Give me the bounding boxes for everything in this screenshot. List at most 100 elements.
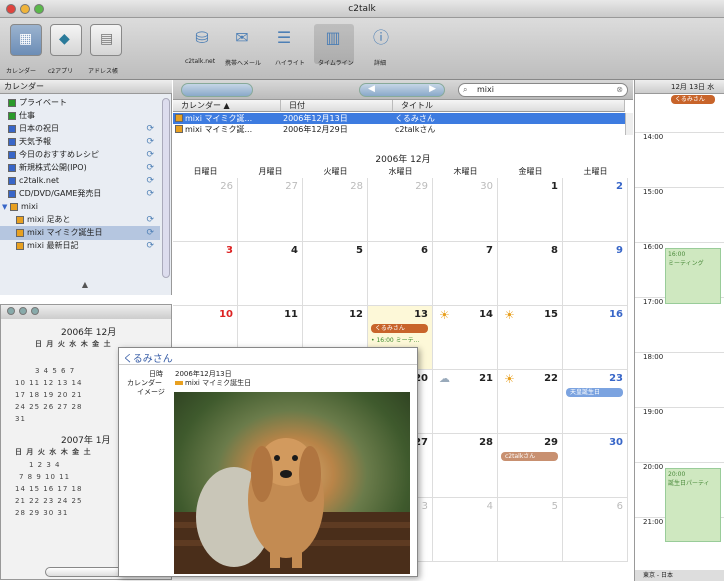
mini-row[interactable]: 3 4 5 6 7 [35,367,75,375]
sidebar-item-mixi-footprints[interactable]: mixi 足あと ⟳ [0,213,160,227]
timeline-icon[interactable]: ▥ [324,28,342,48]
calendar-event[interactable]: くるみさん [371,324,428,333]
mini-view-segment[interactable] [45,567,125,577]
checkbox-icon[interactable] [175,114,183,122]
day-cell[interactable]: 6 [368,242,433,306]
sidebar-item-recipe[interactable]: 今日のおすすめレシピ ⟳ [0,148,160,162]
day-cell[interactable]: 9 [563,242,628,306]
mini-row[interactable]: 31 [15,415,26,423]
sidebar-group-mixi[interactable]: ▼ mixi [0,200,160,214]
sidebar-item-holidays[interactable]: 日本の祝日 ⟳ [0,122,160,136]
timeline-event-meeting[interactable]: 16:00 ミーティング [665,248,721,304]
mini-row[interactable]: 10 11 12 13 14 [15,379,82,387]
prev-arrow-icon[interactable]: ◀ [368,84,375,94]
day-cell[interactable]: 23 [563,370,628,434]
zoom-window-button[interactable] [34,4,44,14]
calendar-icon: ▦ [19,31,33,47]
sidebar-scrollbar[interactable] [162,98,170,278]
popup-title: くるみさん [123,354,173,365]
c2talk-net-icon[interactable]: ⛁ [193,28,211,48]
calendar-event[interactable]: c2talkさん [501,452,558,461]
disclosure-triangle-icon[interactable]: ▼ [2,203,7,211]
checkbox-icon[interactable] [8,98,16,107]
column-header-calendar[interactable]: カレンダー ▲ [173,100,281,112]
sync-icon: ⟳ [146,176,154,186]
column-header-date[interactable]: 日付 [281,100,393,112]
day-cell[interactable]: 3 [173,242,238,306]
mini-row[interactable]: 17 18 19 20 21 [15,391,82,399]
day-cell[interactable]: 4 [238,242,303,306]
mini-row[interactable]: 14 15 16 17 18 [15,485,82,493]
search-field[interactable]: ⌕ mixi ⊗ [458,83,628,97]
mobile-mail-icon[interactable]: ✉ [233,28,251,48]
checkbox-icon[interactable] [16,228,24,237]
day-cell[interactable]: 28 [303,178,368,242]
sidebar-expand-handle[interactable]: ▲ [0,280,170,294]
c2app-button[interactable]: ◆ [50,24,82,56]
calendar-view-button[interactable]: ▦ [10,24,42,56]
mini-close-button[interactable] [7,307,15,315]
minimize-window-button[interactable] [20,4,30,14]
mini-row[interactable]: 1 2 3 4 [29,461,61,469]
sidebar-item-release[interactable]: CD/DVD/GAME発売日 ⟳ [0,187,160,201]
day-cell[interactable]: 29 [368,178,433,242]
sidebar-item-mixi-diary[interactable]: mixi 最新日記 ⟳ [0,239,160,253]
mini-zoom-button[interactable] [31,307,39,315]
sidebar-item-mixi-birthdays[interactable]: mixi マイミク誕生日 ⟳ [0,226,160,240]
cloud-icon: ☁ [439,372,450,385]
mini-row[interactable]: 28 29 30 31 [15,509,68,517]
column-header-title[interactable]: タイトル [393,100,625,112]
day-cell[interactable]: 16 [563,306,628,370]
search-value: mixi [477,85,494,94]
cell-calendar: mixi マイミク誕... [185,114,253,123]
calendar-event[interactable]: 天皇誕生日 [566,388,623,397]
day-cell[interactable]: 30 [433,178,498,242]
checkbox-icon[interactable] [175,125,183,133]
day-cell[interactable]: 28 [433,434,498,498]
close-window-button[interactable] [6,4,16,14]
day-number: 4 [291,245,298,256]
table-row[interactable]: mixi マイミク誕... 2006年12月29日 c2talkさん [173,124,625,135]
day-cell[interactable]: 5 [498,498,563,562]
next-arrow-icon[interactable]: ▶ [429,84,436,94]
day-cell[interactable]: 30 [563,434,628,498]
sidebar-header: カレンダー [0,80,172,94]
checkbox-icon[interactable] [8,111,16,120]
day-cell[interactable]: 27 [238,178,303,242]
timeline-allday-event[interactable]: くるみさん [671,95,715,104]
cell-title: くるみさん [395,114,435,123]
day-cell[interactable]: 29 [498,434,563,498]
day-cell[interactable]: 2 [563,178,628,242]
mini-panel-titlebar [1,305,171,319]
prev-next-segment[interactable]: ◀ ▶ [359,83,445,97]
day-cell[interactable]: 1 [498,178,563,242]
day-cell[interactable]: 26 [173,178,238,242]
sidebar-item-private[interactable]: プライベート [0,96,160,110]
sidebar-item-weather[interactable]: 天気予報 ⟳ [0,135,160,149]
table-row[interactable]: mixi マイミク誕... 2006年12月13日 くるみさん [173,113,625,124]
view-mode-segment[interactable] [181,83,253,97]
info-icon[interactable]: ⓘ [372,28,390,48]
mini-row[interactable]: 21 22 23 24 25 [15,497,82,505]
day-cell[interactable]: 7 [433,242,498,306]
day-timeline: 12月 13日 水 くるみさん 14:00 15:00 16:00 17:00 18:0… [634,80,724,581]
timeline-event-party[interactable]: 20:00 誕生日パーティ [665,468,721,542]
checkbox-icon[interactable] [8,137,16,146]
day-cell[interactable]: 5 [303,242,368,306]
timezone-footer[interactable]: 東京 - 日本 [635,570,724,581]
sidebar-item-c2talk-net[interactable]: c2talk.net ⟳ [0,174,160,188]
day-cell[interactable]: 4 [433,498,498,562]
sidebar-item-work[interactable]: 仕事 [0,109,160,123]
highlight-icon[interactable]: ☰ [275,28,293,48]
mini-minimize-button[interactable] [19,307,27,315]
clear-search-icon[interactable]: ⊗ [616,84,623,96]
day-cell[interactable]: 6 [563,498,628,562]
day-cell[interactable]: 8 [498,242,563,306]
cell-calendar: mixi マイミク誕... [185,125,253,134]
mini-row[interactable]: 7 8 9 10 11 [19,473,70,481]
mini-row[interactable]: 24 25 26 27 28 [15,403,82,411]
calendar-event-meeting[interactable]: • 16:00 ミーテ... [371,335,419,344]
table-scrollbar[interactable] [625,113,633,135]
address-book-button[interactable]: ▤ [90,24,122,56]
sidebar-item-ipo[interactable]: 新規株式公開(IPO) ⟳ [0,161,160,175]
